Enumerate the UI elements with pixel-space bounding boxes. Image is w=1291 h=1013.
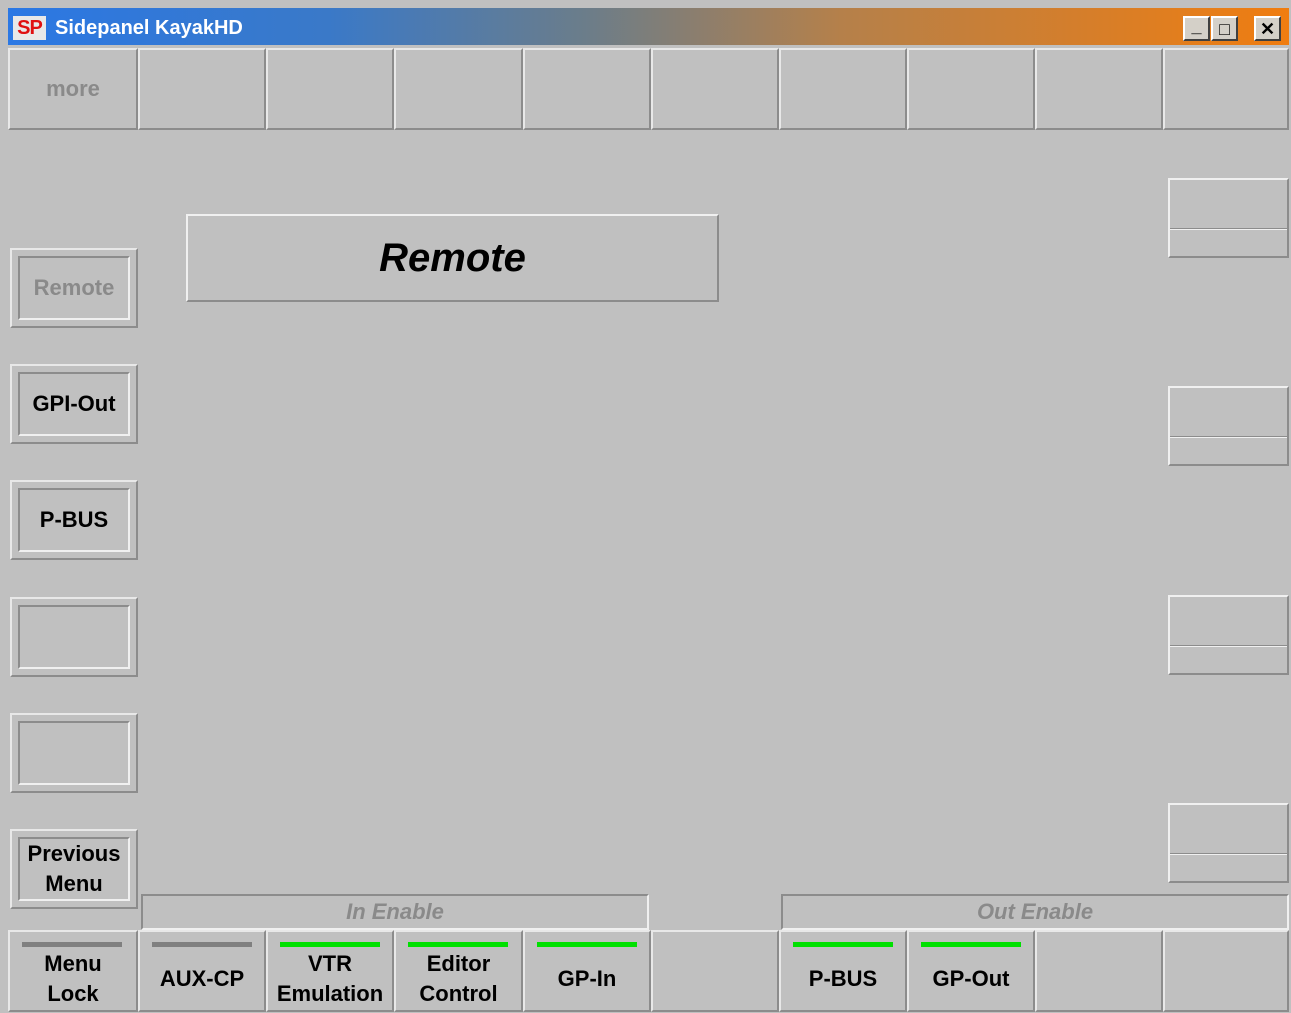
top-slot-7[interactable] [907,48,1035,130]
status-indicator [152,942,252,947]
close-button[interactable]: ✕ [1254,16,1281,41]
menu-remote-label: Remote [18,256,130,320]
more-button[interactable]: more [8,48,138,130]
menu-empty-button-2[interactable] [10,713,138,793]
right-panel-box-4 [1168,803,1289,883]
right-panel-box-3 [1168,595,1289,675]
right-panel-box-2 [1168,386,1289,466]
top-slot-5[interactable] [651,48,779,130]
divider [1170,228,1287,230]
in-enable-label: In Enable [141,894,649,930]
status-indicator [793,942,893,947]
gp-in-label: GP-In [557,966,617,991]
top-slot-4[interactable] [523,48,651,130]
gp-out-button[interactable]: GP-Out [907,930,1035,1012]
editor-control-button[interactable]: Editor Control [394,930,523,1012]
previous-menu-button[interactable]: Previous Menu [10,829,138,909]
divider [1170,436,1287,438]
p-bus-out-label: P-BUS [808,966,878,991]
status-indicator [921,942,1021,947]
editor-control-label: Editor Control [419,951,498,1006]
aux-cp-label: AUX-CP [159,966,245,991]
minimize-icon: _ [1191,15,1202,36]
status-indicator [22,942,122,947]
bottom-empty-slot[interactable] [651,930,779,1012]
gp-in-button[interactable]: GP-In [523,930,651,1012]
right-panel-box-1 [1168,178,1289,258]
menu-gpi-out-button[interactable]: GPI-Out [10,364,138,444]
page-title: Remote [186,214,719,302]
gp-out-label: GP-Out [932,966,1010,991]
menu-p-bus-label: P-BUS [18,488,130,552]
top-slot-9[interactable] [1163,48,1289,130]
top-slot-6[interactable] [779,48,907,130]
menu-gpi-out-label: GPI-Out [18,372,130,436]
bottom-empty-slot[interactable] [1035,930,1163,1012]
maximize-icon: □ [1219,18,1230,39]
divider [1170,853,1287,855]
aux-cp-button[interactable]: AUX-CP [138,930,266,1012]
p-bus-out-button[interactable]: P-BUS [779,930,907,1012]
menu-remote-button[interactable]: Remote [10,248,138,328]
menu-lock-button[interactable]: Menu Lock [8,930,138,1012]
menu-empty-label-2 [18,721,130,785]
menu-empty-label-1 [18,605,130,669]
close-icon: ✕ [1259,18,1276,39]
maximize-button[interactable]: □ [1211,16,1238,41]
top-slot-3[interactable] [394,48,523,130]
menu-p-bus-button[interactable]: P-BUS [10,480,138,560]
window-title: Sidepanel KayakHD [55,17,243,39]
menu-lock-label: Menu Lock [44,951,102,1006]
minimize-button[interactable]: _ [1183,16,1210,41]
out-enable-label: Out Enable [781,894,1289,930]
top-slot-8[interactable] [1035,48,1163,130]
status-indicator [280,942,380,947]
top-slot-1[interactable] [138,48,266,130]
divider [1170,645,1287,647]
top-slot-2[interactable] [266,48,394,130]
title-bar: SP Sidepanel KayakHD _ □ ✕ [8,8,1289,45]
status-indicator [537,942,637,947]
previous-menu-label: Previous Menu [18,837,130,901]
more-label: more [46,76,100,101]
app-logo-icon: SP [13,16,46,40]
vtr-emulation-button[interactable]: VTR Emulation [266,930,394,1012]
vtr-emulation-label: VTR Emulation [276,951,384,1006]
menu-empty-button-1[interactable] [10,597,138,677]
status-indicator [408,942,508,947]
bottom-empty-slot[interactable] [1163,930,1289,1012]
